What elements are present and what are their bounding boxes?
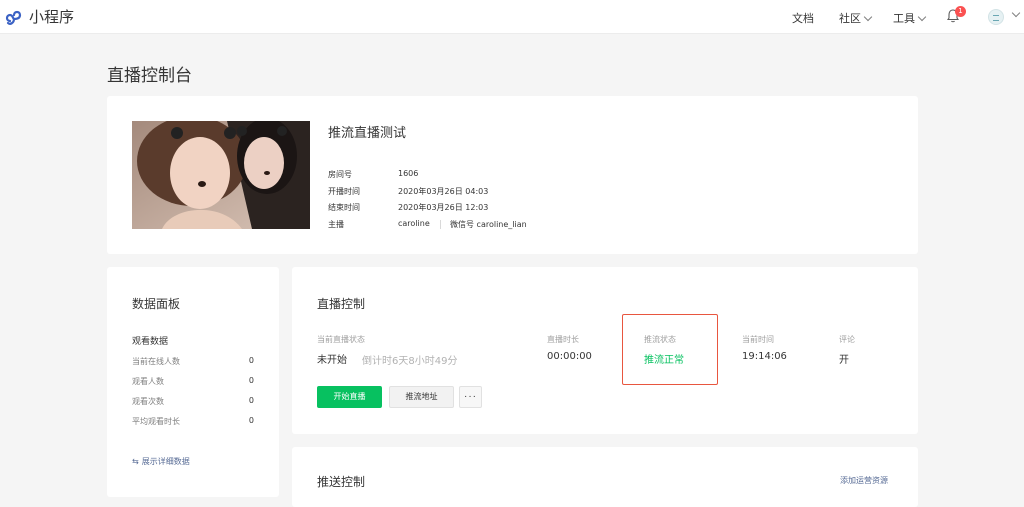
add-operation-resource-link[interactable]: 添加运营资源 bbox=[840, 475, 888, 486]
comment-label: 评论 bbox=[839, 335, 855, 344]
field-label: 结束时间 bbox=[328, 203, 360, 212]
field-label: 房间号 bbox=[328, 170, 352, 179]
stat-label: 平均观看时长 bbox=[132, 417, 180, 426]
user-avatar[interactable] bbox=[988, 9, 1004, 25]
nav-tools[interactable]: 工具 bbox=[893, 10, 927, 26]
room-title: 推流直播测试 bbox=[328, 126, 407, 141]
push-status-label: 推流状态 bbox=[644, 335, 676, 344]
stat-label: 观看次数 bbox=[132, 397, 164, 406]
chevron-down-icon[interactable] bbox=[1011, 8, 1021, 18]
cover-photo-illustration bbox=[132, 121, 310, 229]
expand-arrows-icon: ⇆ bbox=[132, 457, 139, 466]
nav-docs[interactable]: 文档 bbox=[792, 10, 814, 26]
stat-label: 当前在线人数 bbox=[132, 357, 180, 366]
show-detail-data-label: 展示详细数据 bbox=[141, 457, 190, 466]
comment-value: 开 bbox=[839, 355, 849, 366]
field-value: 1606 bbox=[398, 169, 419, 178]
divider bbox=[440, 220, 441, 229]
live-control-title: 直播控制 bbox=[317, 297, 366, 311]
data-panel-title: 数据面板 bbox=[132, 297, 181, 311]
more-options-button[interactable]: ··· bbox=[459, 386, 482, 408]
notification-badge: 1 bbox=[955, 6, 966, 17]
chevron-down-icon bbox=[917, 12, 927, 21]
app-logo[interactable]: 小程序 bbox=[4, 6, 74, 27]
current-time-value: 19:14:06 bbox=[742, 351, 787, 362]
field-label: 开播时间 bbox=[328, 187, 360, 196]
app-logo-text: 小程序 bbox=[29, 8, 75, 26]
push-status-highlight bbox=[622, 314, 718, 385]
stat-value: 0 bbox=[248, 376, 254, 385]
nav-docs-label: 文档 bbox=[792, 12, 814, 25]
nav-community[interactable]: 社区 bbox=[839, 10, 873, 26]
host-wechat-id: 微信号 caroline_lian bbox=[450, 220, 527, 229]
room-cover-image bbox=[132, 121, 310, 229]
stat-value: 0 bbox=[248, 416, 254, 425]
field-value: 2020年03月26日 04:03 bbox=[398, 187, 489, 196]
live-control-card: 直播控制 当前直播状态 未开始 倒计时6天8小时49分 直播时长 00:00:0… bbox=[292, 267, 918, 434]
room-info-card: 推流直播测试 房间号 1606 开播时间 2020年03月26日 04:03 结… bbox=[107, 96, 918, 254]
live-status-value: 未开始 bbox=[317, 355, 347, 366]
chevron-down-icon bbox=[863, 12, 873, 21]
show-detail-data-link[interactable]: ⇆ 展示详细数据 bbox=[132, 456, 190, 467]
field-value: 2020年03月26日 12:03 bbox=[398, 203, 489, 212]
watch-data-subtitle: 观看数据 bbox=[132, 337, 169, 347]
field-value: caroline bbox=[398, 219, 430, 228]
push-url-button[interactable]: 推流地址 bbox=[389, 386, 454, 408]
page-title: 直播控制台 bbox=[107, 66, 192, 86]
field-label: 主播 bbox=[328, 220, 344, 229]
live-status-label: 当前直播状态 bbox=[317, 335, 365, 344]
push-control-card: 推送控制 添加运营资源 bbox=[292, 447, 918, 507]
countdown-text: 倒计时6天8小时49分 bbox=[362, 356, 458, 367]
push-status-value: 推流正常 bbox=[644, 355, 684, 366]
nav-tools-label: 工具 bbox=[893, 12, 915, 25]
more-dots-icon: ··· bbox=[464, 391, 477, 402]
data-panel-card: 数据面板 观看数据 当前在线人数 0 观看人数 0 观看次数 0 平均观看时长 … bbox=[107, 267, 279, 497]
stat-label: 观看人数 bbox=[132, 377, 164, 386]
stat-value: 0 bbox=[248, 356, 254, 365]
current-time-label: 当前时间 bbox=[742, 335, 774, 344]
nav-community-label: 社区 bbox=[839, 12, 861, 25]
live-duration-label: 直播时长 bbox=[547, 335, 579, 344]
top-bar: 小程序 文档 社区 工具 1 bbox=[0, 0, 1024, 34]
miniprogram-logo-icon bbox=[5, 10, 22, 25]
live-duration-value: 00:00:00 bbox=[547, 351, 592, 362]
start-live-button[interactable]: 开始直播 bbox=[317, 386, 382, 408]
stat-value: 0 bbox=[248, 396, 254, 405]
